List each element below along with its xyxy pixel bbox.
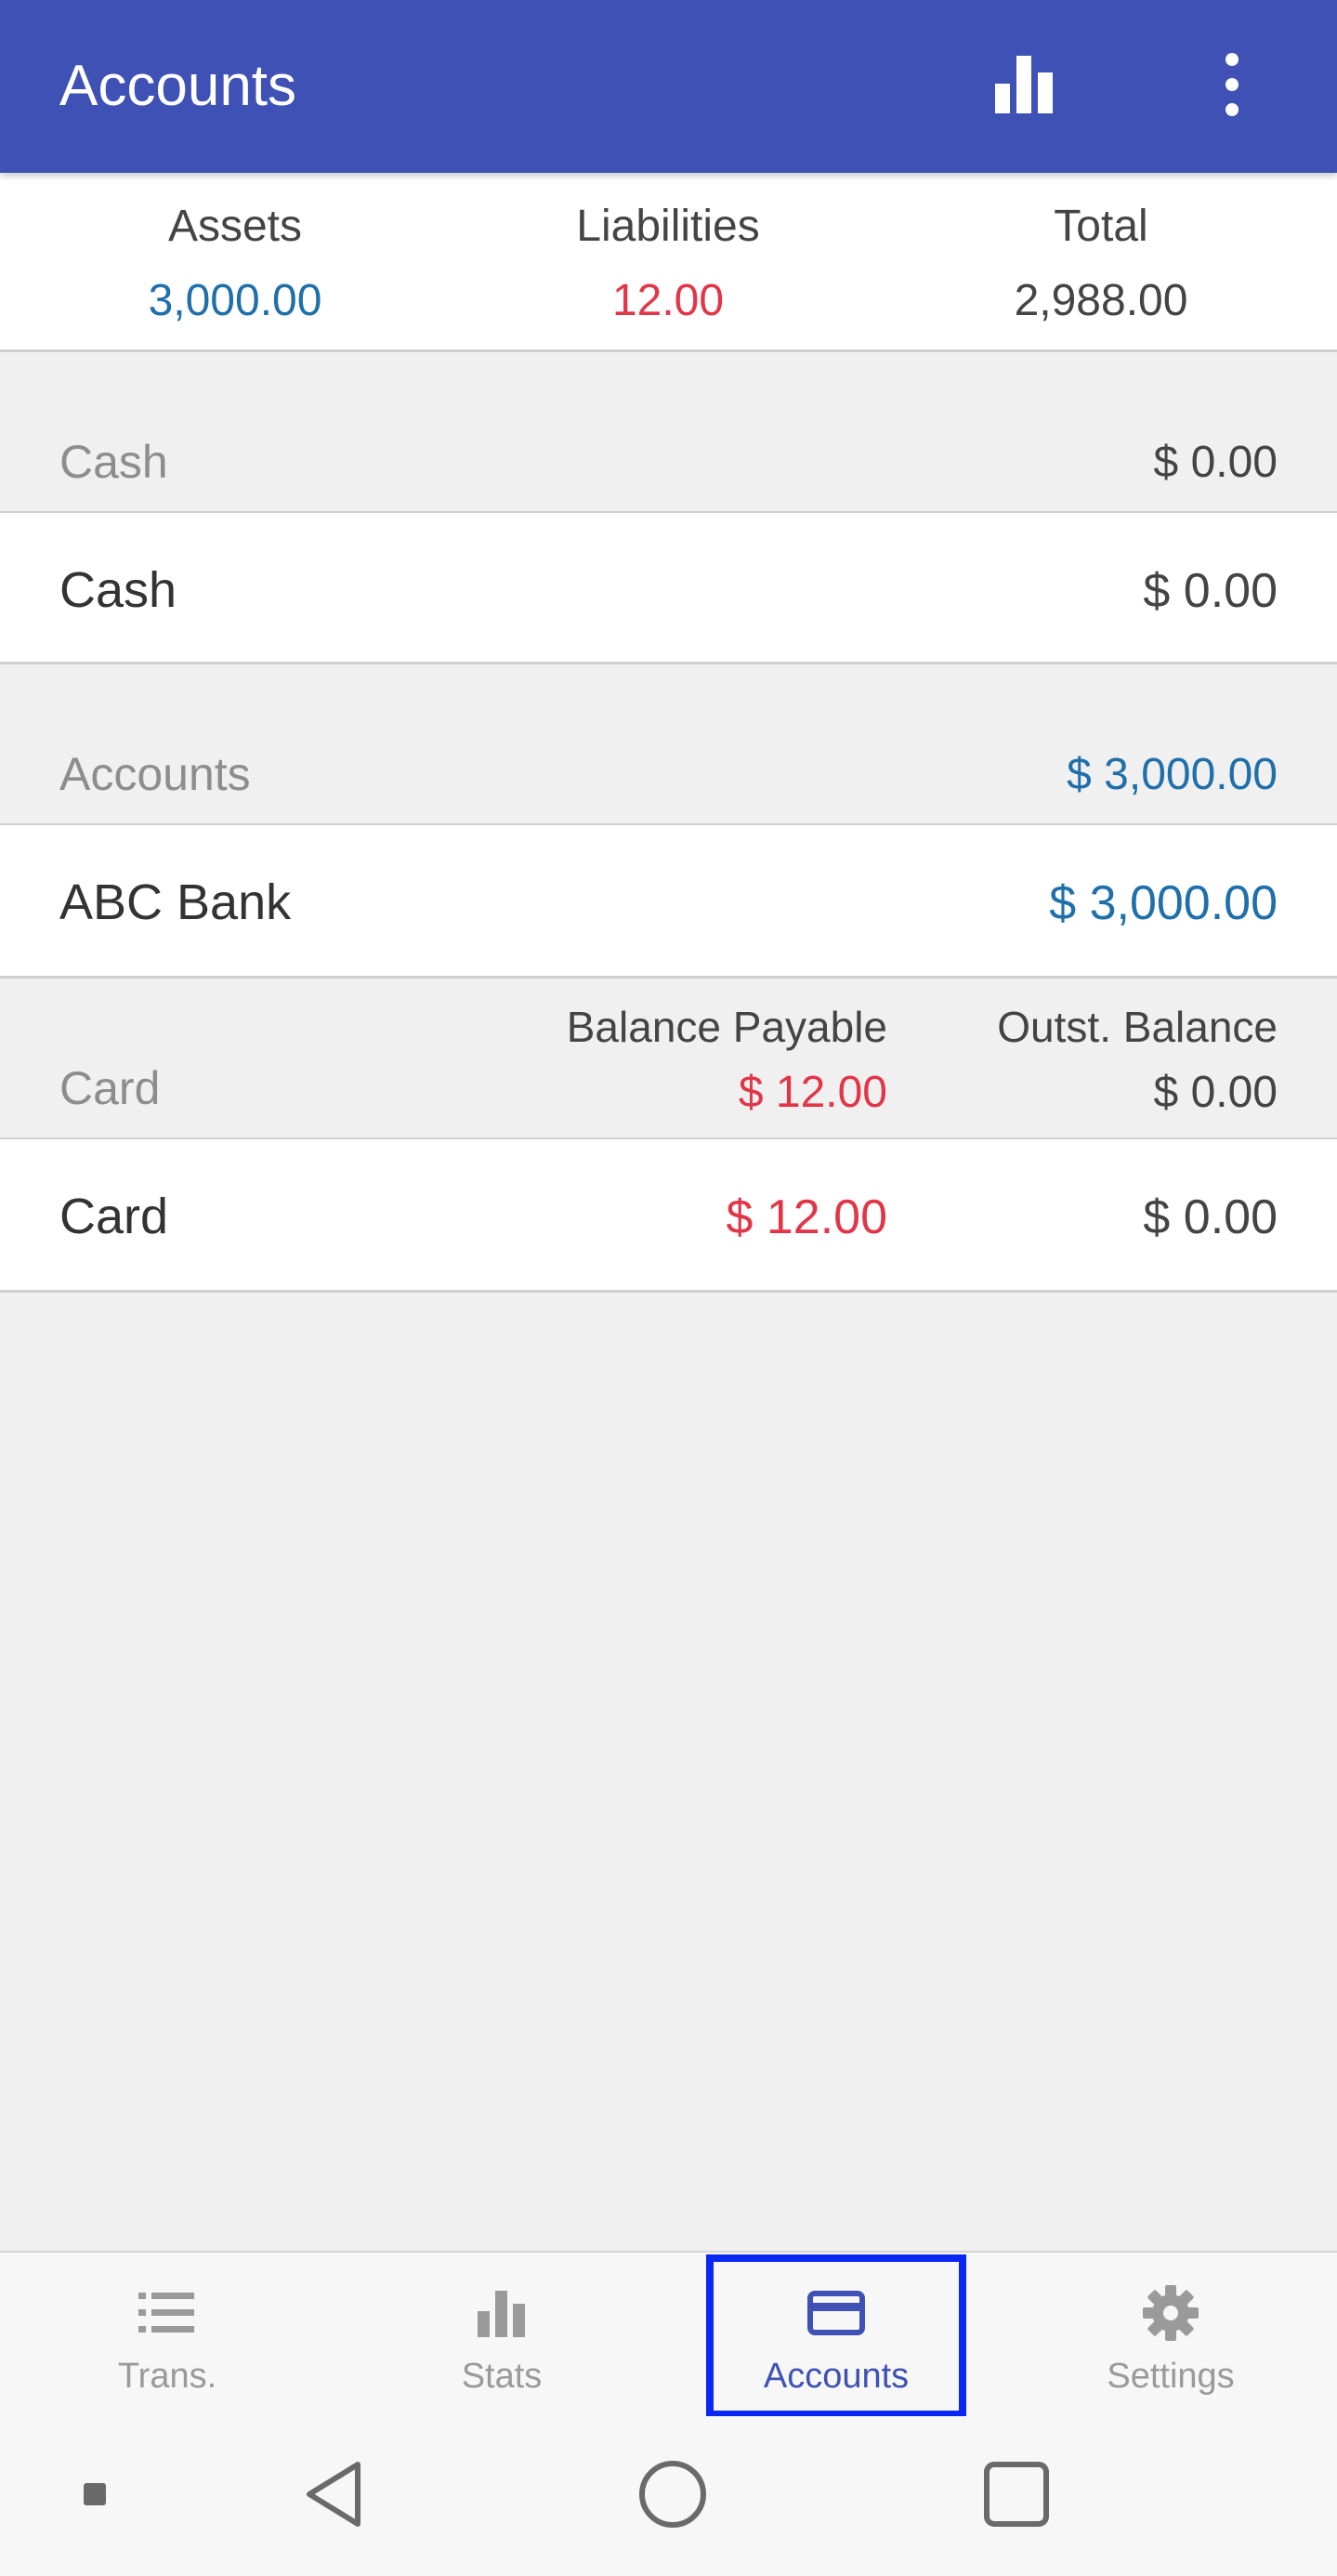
liabilities-label: Liabilities (576, 202, 760, 251)
outst-balance-label: Outst. Balance (997, 1003, 1278, 1051)
list-icon (0, 2280, 334, 2346)
more-vert-icon (1218, 52, 1246, 122)
assets-value: 3,000.00 (148, 276, 322, 325)
bottom-navigation: Trans. Stats Accounts Settings (0, 2251, 1337, 2416)
account-name: Cash (59, 562, 177, 618)
home-icon (638, 2460, 707, 2533)
stats-chart-button[interactable] (977, 40, 1070, 133)
card-outst-balance: $ 0.00 (1143, 1190, 1278, 1244)
summary-liabilities: Liabilities 12.00 (452, 173, 885, 349)
more-options-button[interactable] (1186, 40, 1278, 133)
summary-total: Total 2,988.00 (885, 173, 1317, 349)
group-header-accounts[interactable]: Accounts $ 3,000.00 (0, 714, 1337, 825)
nav-item-stats[interactable]: Stats (334, 2253, 669, 2416)
app-bar: Accounts (0, 0, 1337, 173)
group-header-cash[interactable]: Cash $ 0.00 (0, 400, 1337, 513)
back-icon (302, 2459, 367, 2534)
system-navigation-bar (0, 2416, 1337, 2576)
square-small-button[interactable] (30, 2416, 160, 2576)
account-amount: $ 0.00 (1143, 564, 1278, 618)
liabilities-value: 12.00 (611, 276, 725, 325)
group-name: Card (59, 1062, 161, 1114)
gear-icon (1003, 2280, 1337, 2346)
nav-item-settings[interactable]: Settings (1003, 2253, 1337, 2416)
nav-label: Stats (461, 2357, 543, 2396)
credit-card-icon (669, 2280, 1003, 2346)
outst-balance-total: $ 0.00 (1153, 1068, 1278, 1117)
assets-label: Assets (167, 202, 303, 251)
nav-label: Accounts (763, 2357, 910, 2396)
account-name: Card (59, 1189, 169, 1244)
account-row-abc-bank[interactable]: ABC Bank $ 3,000.00 (0, 825, 1337, 979)
group-header-card[interactable]: Card Balance Payable $ 12.00 Outst. Bala… (0, 979, 1337, 1139)
group-name: Accounts (59, 748, 251, 800)
nav-item-accounts[interactable]: Accounts (669, 2253, 1003, 2416)
account-row-card[interactable]: Card $ 12.00 $ 0.00 (0, 1139, 1337, 1293)
page-title: Accounts (59, 54, 297, 118)
total-label: Total (1054, 202, 1148, 251)
account-row-cash[interactable]: Cash $ 0.00 (0, 513, 1337, 664)
nav-item-trans[interactable]: Trans. (0, 2253, 334, 2416)
account-name: ABC Bank (59, 874, 292, 930)
account-amount: $ 3,000.00 (1049, 876, 1278, 930)
square-small-icon (82, 2481, 108, 2512)
nav-label: Trans. (117, 2357, 217, 2396)
group-total: $ 3,000.00 (1067, 750, 1278, 799)
recents-button[interactable] (951, 2416, 1081, 2576)
summary-panel: Assets 3,000.00 Liabilities 12.00 Total … (0, 173, 1337, 352)
recents-icon (984, 2461, 1049, 2531)
balance-payable-label: Balance Payable (566, 1003, 887, 1051)
home-button[interactable] (608, 2416, 738, 2576)
bar-chart-icon (334, 2280, 669, 2346)
summary-assets: Assets 3,000.00 (19, 173, 452, 349)
back-button[interactable] (269, 2416, 400, 2576)
bar-chart-icon (991, 52, 1056, 122)
group-name: Cash (59, 436, 168, 488)
balance-payable-total: $ 12.00 (738, 1068, 887, 1117)
total-value: 2,988.00 (1014, 276, 1188, 325)
card-balance-payable: $ 12.00 (726, 1190, 888, 1244)
nav-label: Settings (1107, 2357, 1235, 2396)
group-total: $ 0.00 (1153, 438, 1278, 487)
